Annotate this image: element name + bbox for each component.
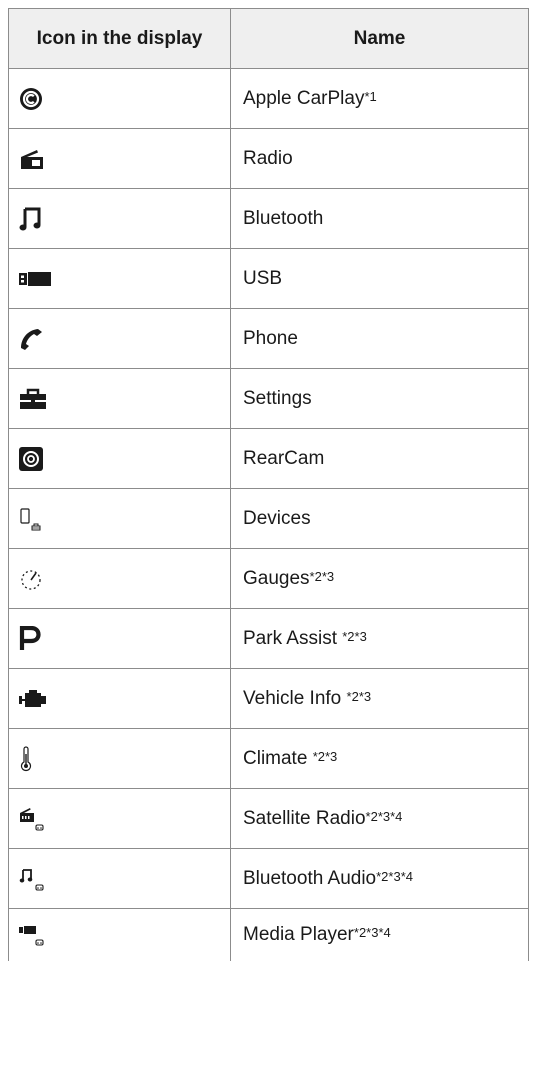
table-row: Apple CarPlay*1 <box>8 68 529 129</box>
table-row: RearCam <box>8 428 529 489</box>
row-name: Gauges <box>243 567 310 589</box>
table-row: Media Player*2*3*4 <box>8 908 529 961</box>
footnote-ref: *2*3 <box>312 748 338 764</box>
row-name: Bluetooth Audio <box>243 867 377 889</box>
gauge-icon <box>21 569 41 590</box>
footnote-ref: *1 <box>364 88 377 104</box>
row-name: Devices <box>243 507 311 529</box>
table-row: Bluetooth <box>8 188 529 249</box>
phone-icon <box>21 328 42 350</box>
row-name: Climate <box>243 747 313 769</box>
thermometer-icon <box>20 745 32 771</box>
table-row: Bluetooth Audio*2*3*4 <box>8 848 529 909</box>
row-name: RearCam <box>243 447 325 469</box>
table-row: Vehicle Info *2*3 <box>8 668 529 729</box>
icon-column-header: Icon in the display <box>8 8 231 69</box>
satellite-radio-icon <box>20 807 44 831</box>
row-name: Media Player <box>243 924 354 945</box>
usb-icon <box>19 271 51 286</box>
radio-icon <box>21 149 43 169</box>
row-name: Phone <box>243 327 298 349</box>
row-name: Park Assist <box>243 627 343 649</box>
row-name: Satellite Radio <box>243 807 366 829</box>
carplay-icon <box>20 87 42 110</box>
row-name: Settings <box>243 387 312 409</box>
engine-icon <box>19 689 46 707</box>
footnote-ref: *2*3 <box>309 568 335 584</box>
bluetooth-audio-icon <box>19 868 44 891</box>
footnote-ref: *2*3 <box>346 688 372 704</box>
music-note-icon <box>19 207 41 230</box>
row-name: Radio <box>243 147 293 169</box>
devices-icon <box>20 507 41 530</box>
footnote-ref: *2*3*4 <box>353 925 391 940</box>
table-row: Gauges*2*3 <box>8 548 529 609</box>
media-player-icon <box>19 926 44 946</box>
table-row: Radio <box>8 128 529 189</box>
footnote-ref: *2*3*4 <box>365 808 403 824</box>
toolbox-icon <box>20 388 46 409</box>
table-row: Climate *2*3 <box>8 728 529 789</box>
table-row: Settings <box>8 368 529 429</box>
footnote-ref: *2*3*4 <box>376 868 413 884</box>
table-row: USB <box>8 248 529 309</box>
table-row: Devices <box>8 488 529 549</box>
rear-camera-icon <box>19 446 43 471</box>
icon-table: Icon in the display Name Apple CarPlay*1 <box>8 8 529 961</box>
park-p-icon <box>19 625 41 650</box>
table-row: Park Assist *2*3 <box>8 608 529 669</box>
name-column-header: Name <box>230 8 529 69</box>
row-name: USB <box>243 267 283 289</box>
table-row: Phone <box>8 308 529 369</box>
footnote-ref: *2*3 <box>342 628 367 644</box>
table-row: Satellite Radio*2*3*4 <box>8 788 529 849</box>
row-name: Apple CarPlay <box>243 87 365 109</box>
row-name: Vehicle Info <box>243 687 347 709</box>
table-header-row: Icon in the display Name <box>8 8 529 69</box>
row-name: Bluetooth <box>243 207 324 229</box>
